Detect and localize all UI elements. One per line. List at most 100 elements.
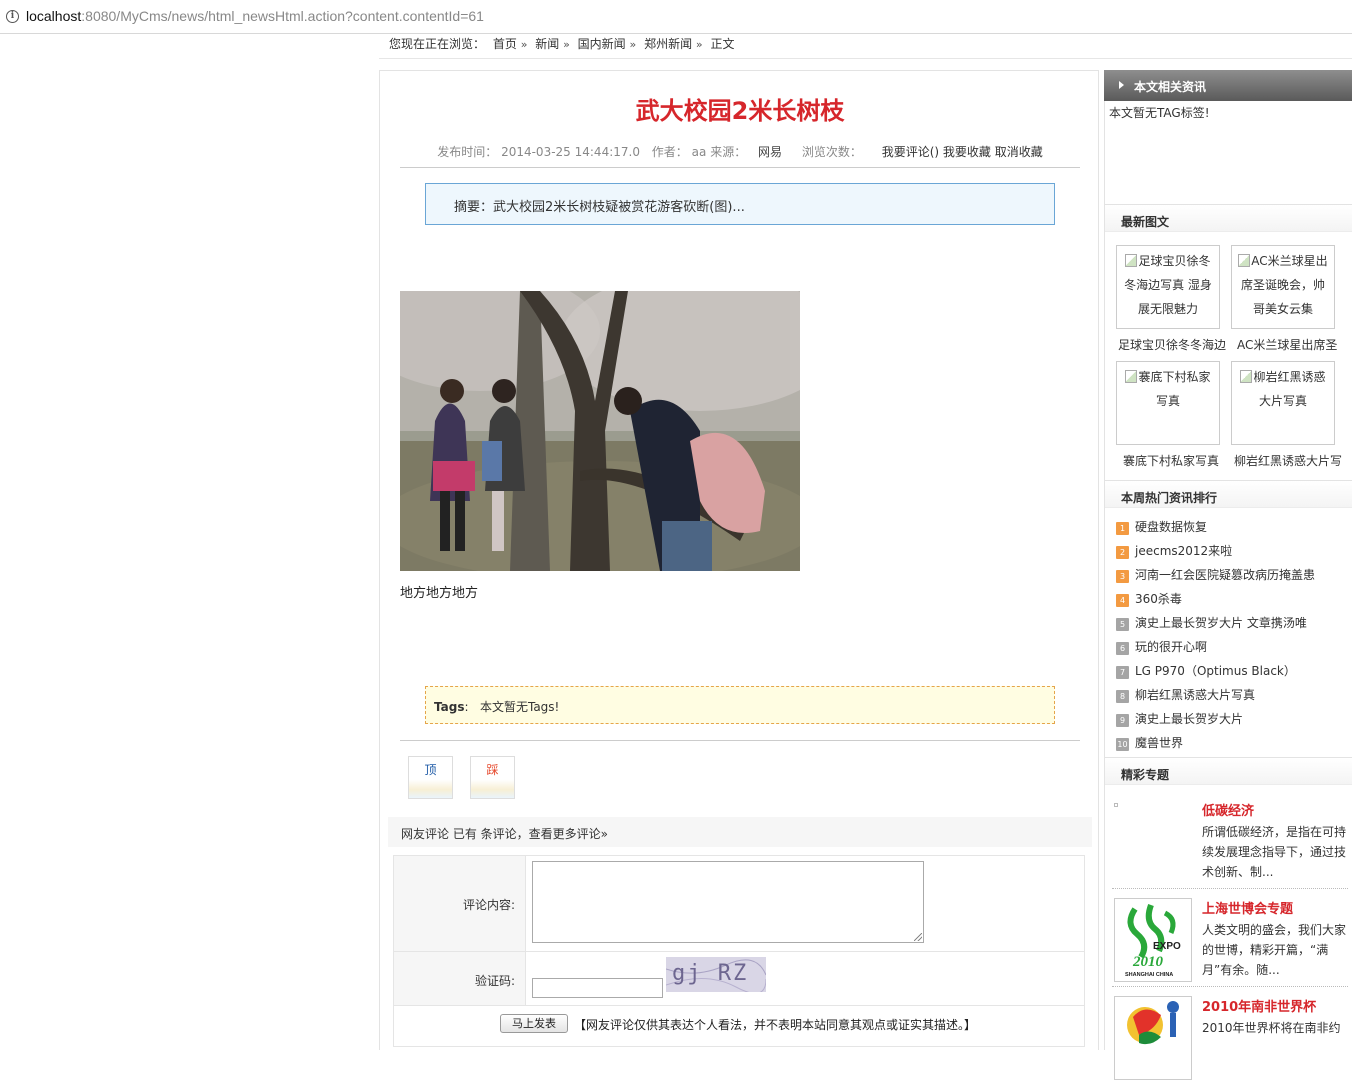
topic-desc: 2010年世界杯将在南非约 xyxy=(1202,1021,1341,1035)
broken-image-icon xyxy=(1240,370,1253,383)
article-summary: 摘要：武大校园2米长树枝疑被赏花游客砍断(图)... xyxy=(425,183,1055,225)
ranking-item[interactable]: 4 360杀毒 xyxy=(1116,590,1182,607)
triangle-right-icon xyxy=(1119,81,1124,89)
topic-desc: 人类文明的盛会，我们大家的世博，精彩开篇，“满月”有余。随... xyxy=(1202,923,1347,977)
hot-ranking-header: 本周热门资讯排行 xyxy=(1105,480,1352,508)
captcha-image[interactable]: gj RZ xyxy=(666,957,766,992)
worldcup-logo-image[interactable] xyxy=(1114,996,1192,1080)
captcha-text: gj RZ xyxy=(672,961,749,986)
breadcrumb-domestic[interactable]: 国内新闻 xyxy=(578,37,626,51)
comment-textarea[interactable] xyxy=(532,861,924,943)
gallery-thumb[interactable]: 褰底下村私家写真 xyxy=(1116,361,1220,445)
broken-image-icon xyxy=(1238,254,1251,267)
topic-desc: 所谓低碳经济，是指在可持续发展理念指导下，通过技术创新、制... xyxy=(1202,825,1347,879)
expo-logo-image[interactable]: EXPO 2010 SHANGHAI CHINA xyxy=(1114,898,1192,982)
chevron-right-icon: » xyxy=(520,38,528,51)
ranking-item[interactable]: 7 LG P970（Optimus Black） xyxy=(1116,662,1296,679)
comment-notice: 【网友评论仅供其表达个人看法，并不表明本站同意其观点或证实其描述。】 xyxy=(574,1018,977,1032)
comment-link[interactable]: 我要评论() xyxy=(882,145,939,159)
ranking-item[interactable]: 10 魔兽世界 xyxy=(1116,734,1183,751)
latest-gallery-header: 最新图文 xyxy=(1105,204,1352,232)
breadcrumb-news[interactable]: 新闻 xyxy=(535,37,559,51)
summary-text: 武大校园2米长树枝疑被赏花游客砍断(图)... xyxy=(493,200,745,215)
photo-caption: 地方地方地方 xyxy=(400,586,479,601)
chevron-right-icon: » xyxy=(695,38,703,51)
divider xyxy=(400,167,1080,168)
article-panel: 武大校园2米长树枝 发布时间： 2014-03-25 14:44:17.0 作者… xyxy=(379,70,1099,1050)
gallery-caption[interactable]: 褰底下村私家写真 xyxy=(1123,452,1239,469)
ranking-item[interactable]: 2 jeecms2012来啦 xyxy=(1116,542,1232,559)
gallery-caption[interactable]: AC米兰球星出席圣 xyxy=(1237,336,1352,353)
gallery-thumb[interactable]: AC米兰球星出席圣诞晚会，帅哥美女云集 xyxy=(1231,245,1335,329)
author-label: 作者： xyxy=(651,145,688,159)
ranking-item[interactable]: 5 演史上最长贺岁大片 文章携汤唯 xyxy=(1116,614,1307,631)
address-bar[interactable]: i localhost:8080/MyCms/news/html_newsHtm… xyxy=(0,0,1352,34)
topic-item[interactable]: 低碳经济 所谓低碳经济，是指在可持续发展理念指导下，通过技术创新、制... xyxy=(1112,800,1348,886)
submit-comment-button[interactable]: 马上发表 xyxy=(500,1014,568,1033)
broken-image-icon xyxy=(1125,254,1138,267)
breadcrumb-prefix: 您现在正在浏览： xyxy=(389,37,486,51)
topic-title[interactable]: 低碳经济 xyxy=(1202,800,1254,819)
divider xyxy=(400,740,1080,741)
ranking-item[interactable]: 3 河南一红会医院疑篡改病历掩盖患 xyxy=(1116,566,1315,583)
tags-label: Tags xyxy=(434,700,465,714)
publish-label: 发布时间： xyxy=(437,145,498,159)
comment-content-row: 评论内容: xyxy=(394,856,1084,952)
summary-label: 摘要： xyxy=(454,200,494,215)
ranking-item[interactable]: 6 玩的很开心啊 xyxy=(1116,638,1207,655)
related-news-header: 本文相关资讯 xyxy=(1104,70,1352,101)
captcha-input[interactable] xyxy=(532,978,663,998)
ranking-item[interactable]: 8 柳岩红黑诱惑大片写真 xyxy=(1116,686,1255,703)
tags-box: Tags: 本文暂无Tags! xyxy=(425,686,1055,724)
chevron-right-icon: » xyxy=(563,38,570,51)
broken-image-icon xyxy=(1125,370,1138,383)
chevron-right-icon: » xyxy=(629,38,637,51)
vote-up-button[interactable]: 顶 xyxy=(408,756,453,799)
svg-text:EXPO: EXPO xyxy=(1153,941,1181,952)
favorite-link[interactable]: 我要收藏 xyxy=(943,145,991,159)
author: aa xyxy=(691,145,707,159)
gallery-caption[interactable]: 柳岩红黑诱惑大片写 xyxy=(1234,452,1350,469)
comment-form: 评论内容: 验证码: gj RZ 马上发表 【网友评论仅供其表达个人看法，并不表… xyxy=(393,855,1085,1047)
breadcrumb-current: 正文 xyxy=(710,37,735,51)
submit-row: 马上发表 【网友评论仅供其表达个人看法，并不表明本站同意其观点或证实其描述。】 xyxy=(394,1006,1084,1046)
breadcrumb-home[interactable]: 首页 xyxy=(493,37,517,51)
ranking-item[interactable]: 9 演史上最长贺岁大片 xyxy=(1116,710,1243,727)
topic-item[interactable]: 2010年南非世界杯 2010年世界杯将在南非约 xyxy=(1112,996,1348,1080)
topic-image[interactable] xyxy=(1114,800,1192,884)
resize-grip-icon[interactable] xyxy=(914,933,922,941)
topic-item[interactable]: EXPO 2010 SHANGHAI CHINA 上海世博会专题 人类文明的盛会… xyxy=(1112,898,1348,984)
tags-value: 本文暂无Tags! xyxy=(479,700,560,714)
svg-text:2010: 2010 xyxy=(1132,954,1164,970)
comments-header[interactable]: 网友评论 已有 条评论，查看更多评论» xyxy=(388,817,1092,847)
gallery-caption[interactable]: 足球宝贝徐冬冬海边 xyxy=(1118,336,1234,353)
captcha-label: 验证码: xyxy=(394,952,526,1005)
info-icon[interactable]: i xyxy=(6,10,19,23)
divider xyxy=(1112,986,1348,987)
svg-text:SHANGHAI CHINA: SHANGHAI CHINA xyxy=(1125,972,1173,978)
breadcrumb-zhengzhou[interactable]: 郑州新闻 xyxy=(644,37,692,51)
topics-header: 精彩专题 xyxy=(1105,757,1352,785)
topic-title[interactable]: 2010年南非世界杯 xyxy=(1202,996,1316,1015)
unfavorite-link[interactable]: 取消收藏 xyxy=(995,145,1043,159)
divider xyxy=(1112,888,1348,889)
breadcrumb: 您现在正在浏览： 首页 » 新闻 » 国内新闻 » 郑州新闻 » 正文 xyxy=(389,35,738,53)
source-link[interactable]: 网易 xyxy=(758,145,782,159)
article-photo xyxy=(400,291,800,571)
source-label: 来源： xyxy=(710,145,747,159)
ranking-item[interactable]: 1 硬盘数据恢复 xyxy=(1116,518,1207,535)
publish-time: 2014-03-25 14:44:17.0 xyxy=(501,145,640,159)
views-label: 浏览次数： xyxy=(801,145,862,159)
vote-down-button[interactable]: 踩 xyxy=(470,756,515,799)
url-text[interactable]: localhost:8080/MyCms/news/html_newsHtml.… xyxy=(26,8,484,24)
tree-photo-image xyxy=(400,291,800,571)
topic-title[interactable]: 上海世博会专题 xyxy=(1202,898,1293,917)
comment-content-label: 评论内容: xyxy=(394,856,526,951)
related-empty-text: 本文暂无TAG标签! xyxy=(1109,106,1210,120)
gallery-thumb[interactable]: 足球宝贝徐冬冬海边写真 湿身展无限魅力 xyxy=(1116,245,1220,329)
gallery-thumb[interactable]: 柳岩红黑诱惑大片写真 xyxy=(1231,361,1335,445)
article-title: 武大校园2米长树枝 xyxy=(635,97,845,125)
article-meta: 发布时间： 2014-03-25 14:44:17.0 作者： aa 来源： 网… xyxy=(380,143,1100,160)
broken-image-icon xyxy=(1114,803,1118,807)
sidebar: 本文相关资讯 本文暂无TAG标签! 最新图文 足球宝贝徐冬冬海边写真 湿身展无限… xyxy=(1104,70,1352,1080)
